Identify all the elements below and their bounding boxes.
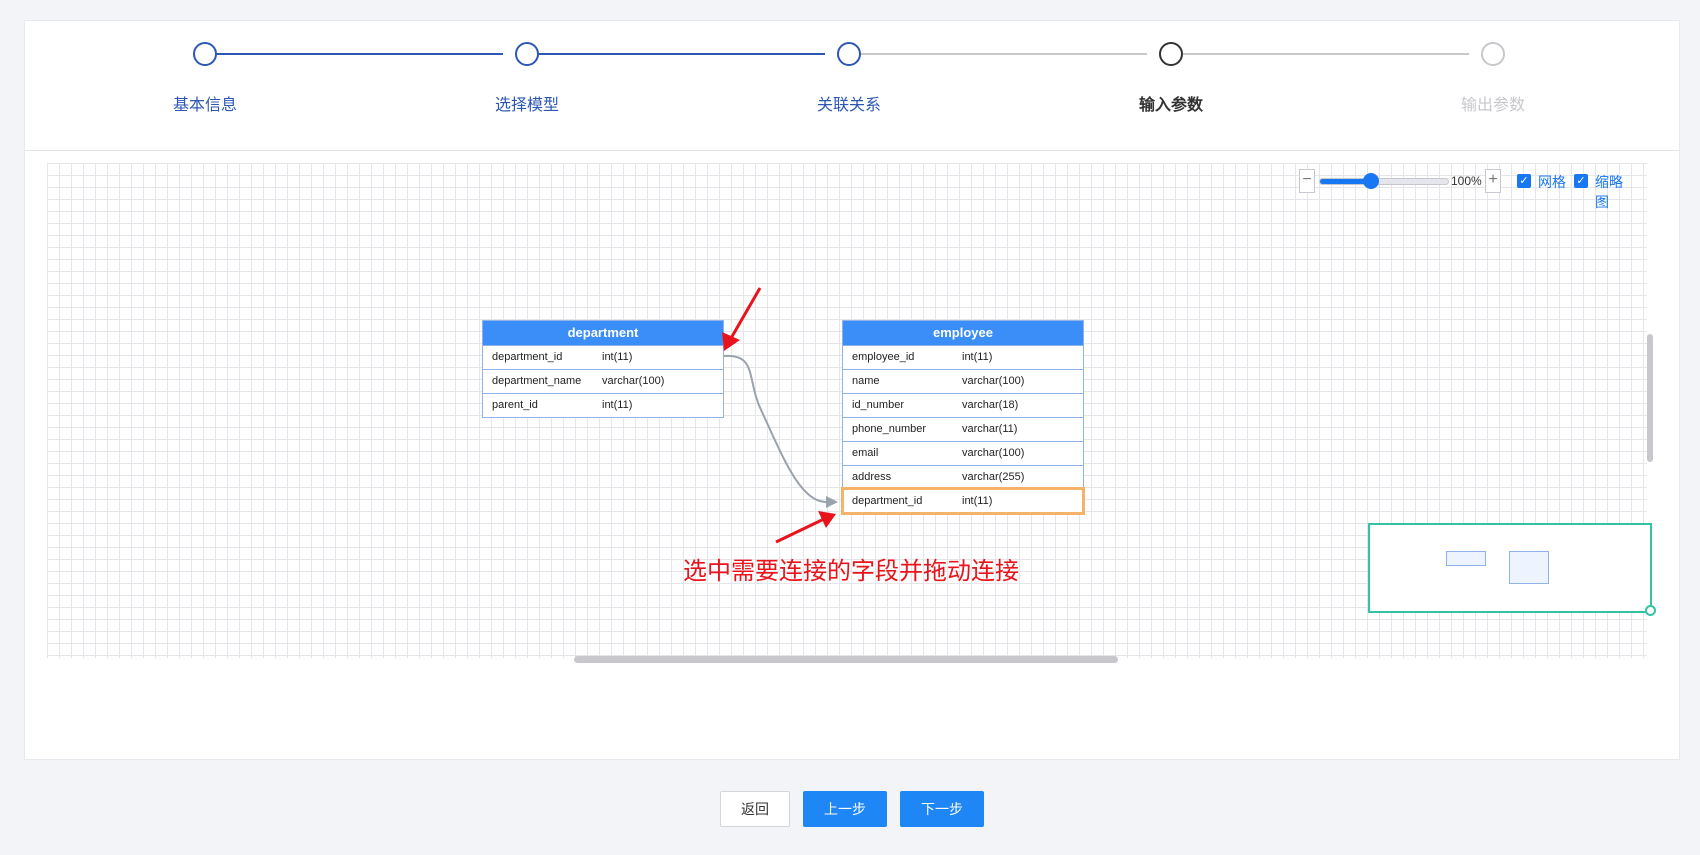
step-connector (205, 53, 503, 55)
field-type: varchar(100) (962, 375, 1025, 387)
field-name: name (852, 375, 880, 387)
table-employee[interactable]: employee employee_id int(11) name varchar(… (841, 320, 1085, 515)
minimap-checkbox[interactable]: ✓ (1574, 174, 1588, 188)
zoom-toolbar: − 100% + ✓ 网格 ✓ 缩略图 (1299, 167, 1629, 210)
field-name: address (852, 471, 892, 483)
field-name: employee_id (852, 351, 915, 363)
horizontal-scrollbar[interactable] (574, 656, 1118, 663)
vertical-scrollbar[interactable] (1647, 334, 1653, 462)
field-type: varchar(11) (962, 423, 1018, 435)
grid-checkbox[interactable]: ✓ (1517, 174, 1531, 188)
field-name: department_name (492, 375, 582, 387)
table-field-row[interactable]: phone_number varchar(11) (843, 417, 1083, 441)
zoom-out-button[interactable]: − (1299, 169, 1315, 193)
back-button[interactable]: 返回 (720, 791, 790, 827)
field-name: email (852, 447, 879, 459)
table-field-row[interactable]: employee_id int(11) (843, 345, 1083, 369)
minimap[interactable] (1368, 523, 1652, 613)
zoom-in-button[interactable]: + (1485, 169, 1501, 193)
field-name: department_id (492, 351, 563, 363)
field-type: varchar(255) (962, 471, 1025, 483)
step-1-label[interactable]: 基本信息 (125, 91, 285, 115)
step-4-label[interactable]: 输入参数 (1091, 91, 1251, 115)
step-1-circle[interactable] (193, 42, 217, 66)
field-type: varchar(18) (962, 399, 1019, 411)
zoom-slider[interactable] (1319, 178, 1449, 185)
table-header[interactable]: department (483, 321, 723, 345)
minimap-resize-handle[interactable] (1645, 605, 1656, 616)
step-3-circle[interactable] (837, 42, 861, 66)
annotation-caption: 选中需要连接的字段并拖动连接 (683, 558, 1019, 585)
table-field-row[interactable]: address varchar(255) (843, 465, 1083, 489)
step-5-circle[interactable] (1481, 42, 1505, 66)
table-field-row[interactable]: name varchar(100) (843, 369, 1083, 393)
field-type: int(11) (962, 495, 993, 507)
field-type: int(11) (962, 351, 993, 363)
table-department[interactable]: department department_id int(11) departme… (482, 320, 724, 418)
field-type: int(11) (602, 399, 633, 411)
table-field-row[interactable]: id_number varchar(18) (843, 393, 1083, 417)
step-connector (1171, 53, 1469, 55)
field-type: varchar(100) (962, 447, 1025, 459)
minimap-checkbox-label[interactable]: 缩略图 (1595, 172, 1629, 212)
field-type: int(11) (602, 351, 633, 363)
field-name: department_id (852, 495, 923, 507)
zoom-slider-handle[interactable] (1363, 173, 1379, 189)
minimap-table-employee (1509, 551, 1549, 584)
table-field-row[interactable]: department_name varchar(100) (483, 369, 723, 393)
step-5-label[interactable]: 输出参数 (1413, 91, 1573, 115)
table-field-row[interactable]: parent_id int(11) (483, 393, 723, 417)
step-4-circle[interactable] (1159, 42, 1183, 66)
field-name: parent_id (492, 399, 538, 411)
field-type: varchar(100) (602, 375, 665, 387)
field-name: id_number (852, 399, 904, 411)
step-3-label[interactable]: 关联关系 (769, 91, 929, 115)
steps-bar: 基本信息 选择模型 关联关系 输入参数 输出参数 (25, 21, 1679, 151)
table-field-row[interactable]: email varchar(100) (843, 441, 1083, 465)
zoom-value: 100% (1451, 174, 1482, 188)
table-header[interactable]: employee (843, 321, 1083, 345)
prev-step-button[interactable]: 上一步 (803, 791, 887, 827)
field-name: phone_number (852, 423, 927, 435)
step-connector (849, 53, 1147, 55)
minimap-table-department (1446, 551, 1486, 566)
table-field-row-highlighted[interactable]: department_id int(11) (841, 487, 1085, 515)
next-step-button[interactable]: 下一步 (900, 791, 984, 827)
table-field-row[interactable]: department_id int(11) (483, 345, 723, 369)
step-2-label[interactable]: 选择模型 (447, 91, 607, 115)
step-2-circle[interactable] (515, 42, 539, 66)
step-connector (527, 53, 825, 55)
grid-checkbox-label[interactable]: 网格 (1538, 172, 1566, 192)
